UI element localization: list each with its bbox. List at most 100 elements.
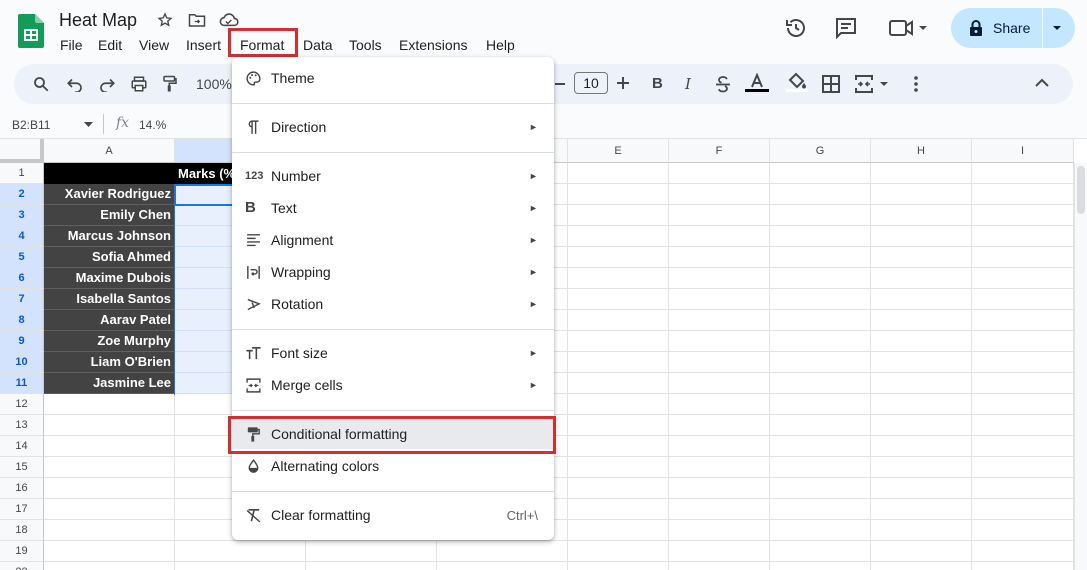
search-menus-icon[interactable] (32, 75, 50, 93)
menu-item-alignment[interactable]: Alignment ► (232, 225, 554, 255)
row-header-4[interactable]: 4 (0, 226, 44, 247)
select-all-corner[interactable] (0, 139, 44, 163)
cell-b1[interactable]: Marks (% (175, 163, 232, 184)
zoom-select[interactable]: 100% (196, 75, 232, 93)
menu-item-merge-cells-label: Merge cells (271, 377, 343, 393)
text-color-icon[interactable] (745, 73, 769, 93)
column-header-i[interactable]: I (972, 139, 1074, 163)
menu-item-alignment-label: Alignment (271, 232, 334, 248)
row-header-12[interactable]: 12 (0, 394, 44, 415)
menu-item-alternating-colors[interactable]: Alternating colors (232, 451, 554, 481)
more-options-icon[interactable] (913, 76, 919, 92)
grid-line-horizontal (44, 561, 1074, 562)
star-icon[interactable] (157, 12, 173, 28)
row-header-14[interactable]: 14 (0, 436, 44, 457)
row-header-18[interactable]: 18 (0, 520, 44, 541)
name-cell[interactable]: Jasmine Lee (44, 373, 175, 394)
menu-help[interactable]: Help (486, 36, 515, 54)
row-header-8[interactable]: 8 (0, 310, 44, 331)
version-history-icon[interactable] (784, 16, 808, 40)
name-cell[interactable]: Liam O'Brien (44, 352, 175, 373)
row-header-1[interactable]: 1 (0, 163, 44, 184)
menu-file[interactable]: File (60, 36, 83, 54)
row-header-19[interactable]: 19 (0, 541, 44, 562)
sheets-logo-icon[interactable] (18, 14, 44, 48)
row-header-6[interactable]: 6 (0, 268, 44, 289)
menu-edit[interactable]: Edit (98, 36, 122, 54)
name-cell[interactable]: Sofia Ahmed (44, 247, 175, 268)
share-label: Share (993, 20, 1031, 36)
bold-icon[interactable]: B (652, 75, 663, 92)
menu-tools[interactable]: Tools (349, 36, 382, 54)
strikethrough-icon[interactable] (715, 75, 731, 93)
share-dropdown-icon[interactable] (1052, 24, 1062, 32)
submenu-arrow-icon: ► (529, 299, 538, 309)
paint-format-icon[interactable] (162, 75, 178, 93)
row-header-16[interactable]: 16 (0, 478, 44, 499)
name-cell[interactable]: Zoe Murphy (44, 331, 175, 352)
row-header-7[interactable]: 7 (0, 289, 44, 310)
submenu-arrow-icon: ► (529, 203, 538, 213)
column-header-h[interactable]: H (871, 139, 972, 163)
formula-input[interactable]: 14.% (139, 117, 166, 133)
menu-insert[interactable]: Insert (186, 36, 221, 54)
menu-extensions[interactable]: Extensions (399, 36, 467, 54)
name-box-dropdown-icon[interactable] (84, 122, 93, 128)
print-icon[interactable] (130, 75, 148, 93)
cell-a1[interactable] (44, 163, 175, 184)
cloud-saved-icon[interactable] (219, 12, 239, 28)
increase-font-size-icon[interactable] (616, 76, 630, 90)
column-header-g[interactable]: G (770, 139, 871, 163)
undo-icon[interactable] (66, 76, 84, 92)
comments-icon[interactable] (834, 16, 858, 40)
name-cell[interactable]: Marcus Johnson (44, 226, 175, 247)
menu-item-font-size[interactable]: Font size ► (232, 338, 554, 368)
name-cell[interactable]: Maxime Dubois (44, 268, 175, 289)
row-header-13[interactable]: 13 (0, 415, 44, 436)
scrollbar-thumb[interactable] (1077, 166, 1085, 214)
menu-item-direction[interactable]: Direction ► (232, 112, 554, 142)
decrease-font-size-icon[interactable] (555, 83, 565, 85)
menu-view[interactable]: View (139, 36, 169, 54)
grid-line-horizontal (44, 435, 1074, 436)
menu-item-wrapping[interactable]: Wrapping ► (232, 257, 554, 287)
row-header-9[interactable]: 9 (0, 331, 44, 352)
collapse-toolbar-icon[interactable] (1035, 78, 1049, 88)
row-header-5[interactable]: 5 (0, 247, 44, 268)
move-folder-icon[interactable] (188, 12, 206, 28)
menu-item-rotation[interactable]: Rotation ► (232, 289, 554, 319)
row-header-3[interactable]: 3 (0, 205, 44, 226)
name-cell[interactable]: Emily Chen (44, 205, 175, 226)
merge-cells-icon[interactable] (855, 75, 891, 93)
redo-icon[interactable] (98, 76, 116, 92)
menu-item-text[interactable]: B Text ► (232, 193, 554, 223)
row-header-10[interactable]: 10 (0, 352, 44, 373)
row-header-20[interactable]: 20 (0, 562, 44, 570)
italic-icon[interactable]: I (685, 75, 691, 93)
column-header-e[interactable]: E (568, 139, 669, 163)
menu-separator (232, 103, 554, 104)
name-cell[interactable]: Isabella Santos (44, 289, 175, 310)
font-size-input[interactable]: 10 (574, 72, 608, 94)
row-header-11[interactable]: 11 (0, 373, 44, 394)
fill-color-icon[interactable] (786, 72, 808, 92)
meet-video-icon[interactable] (888, 16, 930, 40)
row-header-2[interactable]: 2 (0, 184, 44, 205)
menu-item-theme[interactable]: Theme (232, 63, 554, 93)
menu-item-number[interactable]: 123 Number ► (232, 161, 554, 191)
borders-icon[interactable] (822, 75, 840, 93)
column-header-a[interactable]: A (44, 139, 175, 163)
document-title[interactable]: Heat Map (59, 9, 137, 31)
row-header-15[interactable]: 15 (0, 457, 44, 478)
column-header-f[interactable]: F (669, 139, 770, 163)
menu-item-merge-cells[interactable]: Merge cells ► (232, 370, 554, 400)
menu-item-clear-formatting[interactable]: Clear formatting Ctrl+\ (232, 500, 554, 530)
row-header-17[interactable]: 17 (0, 499, 44, 520)
name-box[interactable]: B2:B11 (12, 117, 50, 133)
vertical-scrollbar[interactable] (1074, 163, 1087, 570)
active-cell[interactable] (174, 184, 232, 206)
name-cell[interactable]: Xavier Rodriguez (44, 184, 175, 205)
selection-outline (174, 184, 232, 395)
name-cell[interactable]: Aarav Patel (44, 310, 175, 331)
menu-data[interactable]: Data (303, 36, 333, 54)
